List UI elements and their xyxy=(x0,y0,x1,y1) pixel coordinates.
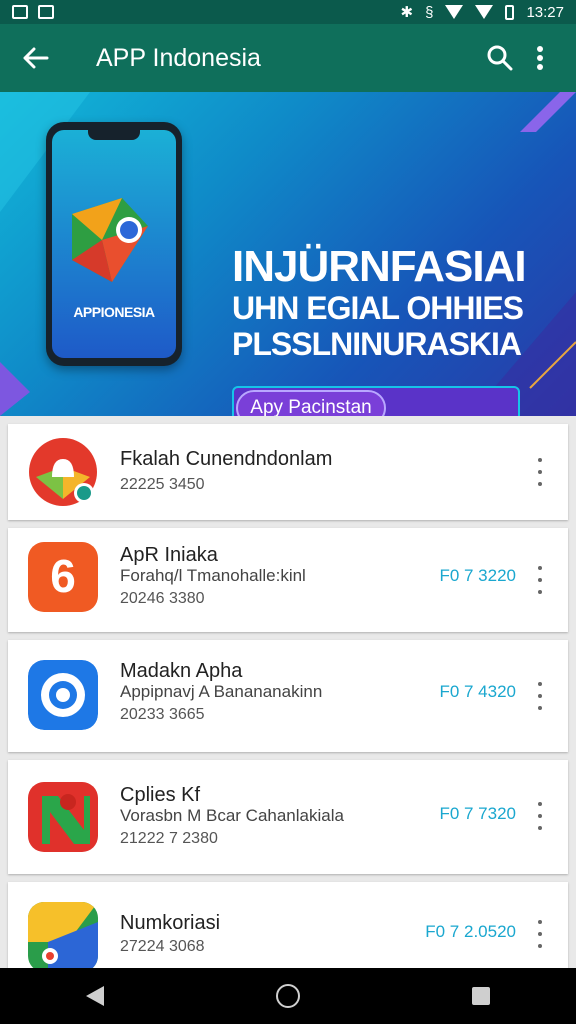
item-more-button[interactable] xyxy=(530,802,550,830)
bell-icon xyxy=(29,438,97,506)
item-more-button[interactable] xyxy=(530,920,550,948)
promo-banner[interactable]: APPIONESIA INJÜRNFASIAI UHN EGIAL OHHIES… xyxy=(0,92,576,416)
app-subtitle: Appipnavj A Banananakinn xyxy=(120,682,323,701)
system-nav-bar xyxy=(0,968,576,1024)
app-meta: 20246 3380 xyxy=(120,590,205,607)
search-icon xyxy=(487,45,513,71)
bluetooth-icon: ✱ xyxy=(400,4,414,21)
app-bar: APP Indonesia xyxy=(0,24,576,92)
signal-icon xyxy=(475,5,494,19)
list-item[interactable]: Madakn Apha Appipnavj A Banananakinn 202… xyxy=(8,640,568,752)
app-price: F0 7 4320 xyxy=(439,682,516,701)
back-arrow-icon xyxy=(23,47,49,69)
wifi-icon xyxy=(445,5,464,19)
more-vert-icon xyxy=(537,46,543,70)
app-name: Numkoriasi xyxy=(120,912,221,934)
triangle-back-icon xyxy=(86,986,104,1006)
play-logo-icon xyxy=(72,198,148,282)
list-item[interactable]: 6 ApR Iniaka Forahq/l Tmanohalle:kinl 20… xyxy=(8,528,568,632)
page-title: APP Indonesia xyxy=(96,43,261,72)
app-icon-six: 6 xyxy=(28,542,98,612)
app-price: F0 7 7320 xyxy=(439,804,516,823)
app-price: F0 7 3220 xyxy=(439,566,516,585)
status-right: ✱ § 13:27 xyxy=(400,3,564,22)
item-more-button[interactable] xyxy=(530,566,550,594)
app-icon-n xyxy=(28,782,98,852)
phone-screen: APPIONESIA xyxy=(52,130,176,358)
nav-home-button[interactable] xyxy=(276,984,300,1008)
app-meta: 20233 3665 xyxy=(120,706,205,723)
app-meta: 22225 3450 xyxy=(120,476,205,493)
n-logo-icon xyxy=(28,782,98,852)
search-button[interactable] xyxy=(480,38,520,78)
circle-home-icon xyxy=(276,984,300,1008)
app-meta: 27224 3068 xyxy=(120,938,205,955)
app-subtitle: Vorasbn M Bcar Cahanlakiala xyxy=(120,806,344,825)
gear-icon xyxy=(28,660,98,730)
app-meta: 21222 7 2380 xyxy=(120,830,218,847)
app-subtitle: Forahq/l Tmanohalle:kinl xyxy=(120,566,306,585)
six-logo-icon: 6 xyxy=(28,542,98,612)
phone-notch xyxy=(88,130,140,140)
status-left xyxy=(12,5,54,19)
app-name: Cplies Kf xyxy=(120,784,201,806)
app-name: Fkalah Cunendndonlam xyxy=(120,448,333,470)
app-name: ApR Iniaka xyxy=(120,544,218,566)
gallery-notification-icon xyxy=(38,5,54,19)
app-price: F0 7 2.0520 xyxy=(425,922,516,941)
list-item[interactable]: Cplies Kf Vorasbn M Bcar Cahanlakiala 21… xyxy=(8,760,568,874)
status-bar: ✱ § 13:27 xyxy=(0,0,576,24)
nav-back-button[interactable] xyxy=(86,986,104,1006)
phone-brand-text: APPIONESIA xyxy=(73,304,155,320)
app-icon-gear xyxy=(28,660,98,730)
banner-line-3: PLSSLNINURASKIA xyxy=(232,326,522,362)
banner-headline: INJÜRNFASIAI xyxy=(232,242,527,291)
maps-icon xyxy=(28,902,98,972)
vibrate-icon: § xyxy=(425,3,434,21)
list-item[interactable]: Numkoriasi 27224 3068 F0 7 2.0520 xyxy=(8,882,568,972)
status-time: 13:27 xyxy=(526,3,564,21)
square-recents-icon xyxy=(472,987,490,1005)
image-notification-icon xyxy=(12,5,28,19)
nav-recents-button[interactable] xyxy=(472,987,490,1005)
battery-icon xyxy=(505,4,515,20)
app-icon-bell xyxy=(28,437,98,507)
app-icon-maps xyxy=(28,902,98,972)
svg-text:6: 6 xyxy=(50,550,76,602)
item-more-button[interactable] xyxy=(530,682,550,710)
app-name: Madakn Apha xyxy=(120,660,243,682)
overflow-menu-button[interactable] xyxy=(520,38,560,78)
banner-line-2: UHN EGIAL OHHIES xyxy=(232,290,524,326)
list-item[interactable]: Fkalah Cunendndonlam 22225 3450 xyxy=(8,424,568,520)
phone-illustration: APPIONESIA xyxy=(46,122,182,366)
back-button[interactable] xyxy=(16,38,56,78)
banner-cta-button[interactable]: Apy Pacinstan xyxy=(236,390,386,416)
item-more-button[interactable] xyxy=(530,458,550,486)
